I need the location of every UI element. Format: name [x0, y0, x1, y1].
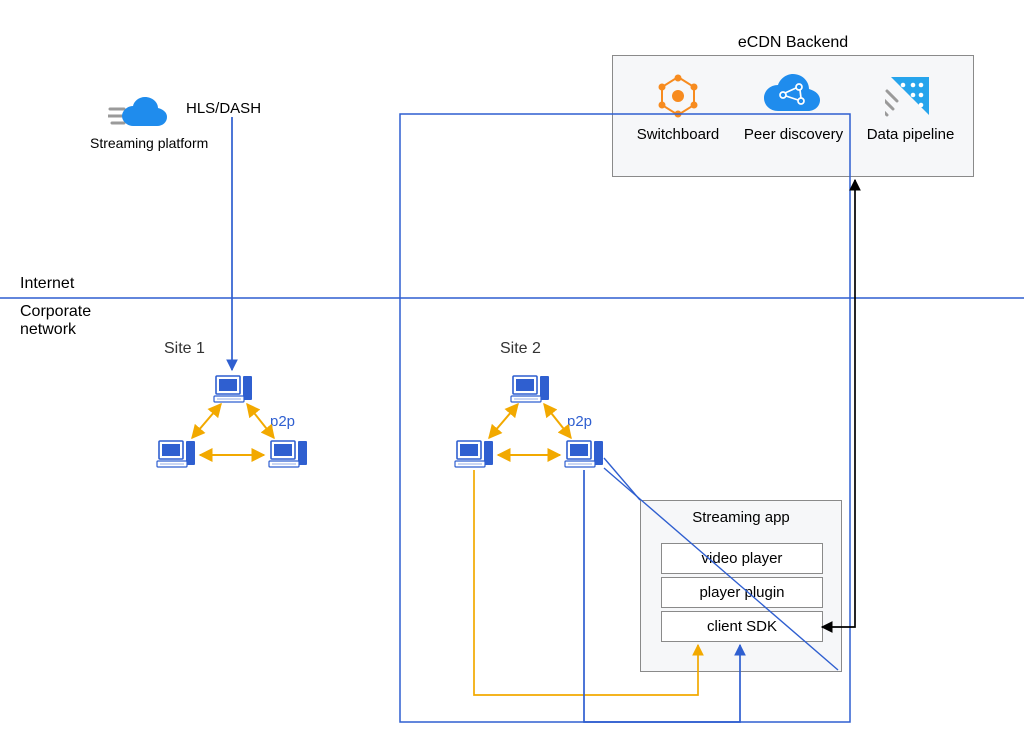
arrow-p2p-bidir: [489, 404, 518, 438]
pc-icon: [269, 441, 307, 467]
pc-icon: [511, 376, 549, 402]
streaming-platform-icon: [108, 95, 172, 139]
diagram-canvas: eCDN Backend Switchboard: [0, 0, 1024, 756]
arrow-p2p-bidir: [192, 404, 221, 438]
p2p-label-2: p2p: [567, 413, 592, 430]
pc-icon: [565, 441, 603, 467]
player-plugin-box: player plugin: [661, 577, 823, 608]
client-sdk-box: client SDK: [661, 611, 823, 642]
p2p-label-1: p2p: [270, 413, 295, 430]
video-player-box: video player: [661, 543, 823, 574]
switchboard-icon: [653, 71, 703, 125]
pc-icon: [214, 376, 252, 402]
streaming-app-title: Streaming app: [641, 509, 841, 526]
streaming-app-box: Streaming app video player player plugin…: [640, 500, 842, 672]
corporate-network-label: Corporate network: [20, 303, 91, 339]
peer-discovery-icon: [761, 69, 823, 121]
switchboard-label: Switchboard: [633, 126, 723, 143]
peer-discovery-label: Peer discovery: [741, 126, 846, 143]
ecdn-backend-box: eCDN Backend Switchboard: [612, 55, 974, 177]
data-pipeline-icon: [885, 71, 935, 125]
callout-line: [604, 458, 640, 500]
ecdn-title: eCDN Backend: [613, 34, 973, 52]
internet-label: Internet: [20, 275, 74, 293]
pc-icon: [455, 441, 493, 467]
streaming-platform-label: Streaming platform: [90, 135, 208, 151]
pc-icon: [157, 441, 195, 467]
data-pipeline-label: Data pipeline: [863, 126, 958, 143]
site2-label: Site 2: [500, 340, 541, 358]
site1-label: Site 1: [164, 340, 205, 358]
hls-dash-label: HLS/DASH: [186, 100, 261, 117]
